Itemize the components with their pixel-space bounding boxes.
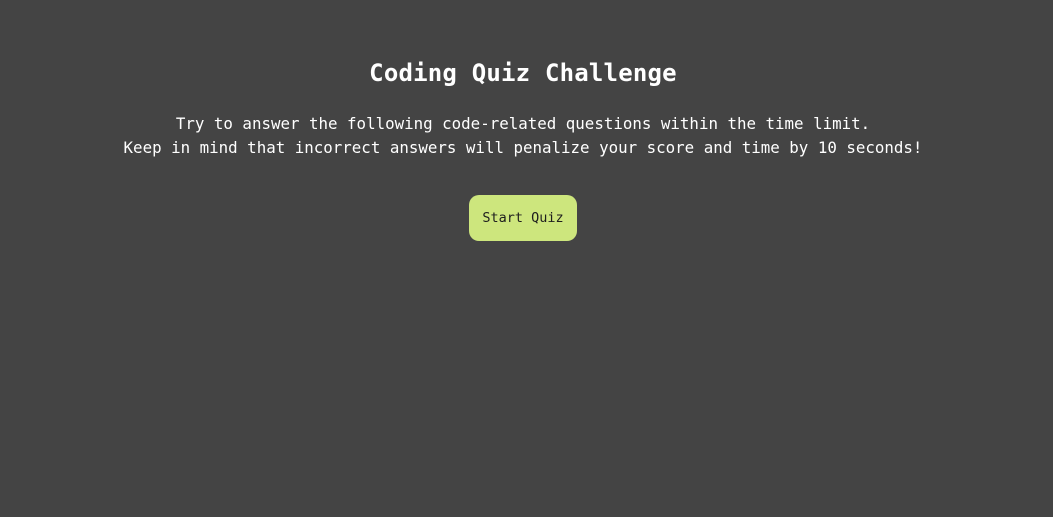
quiz-instructions: Try to answer the following code-related… <box>0 112 1046 160</box>
quiz-start-screen: Coding Quiz Challenge Try to answer the … <box>0 0 1053 517</box>
start-quiz-button[interactable]: Start Quiz <box>469 195 577 241</box>
instructions-line-1: Try to answer the following code-related… <box>175 114 871 133</box>
instructions-line-2: Keep in mind that incorrect answers will… <box>123 138 923 157</box>
page-title: Coding Quiz Challenge <box>369 59 677 87</box>
